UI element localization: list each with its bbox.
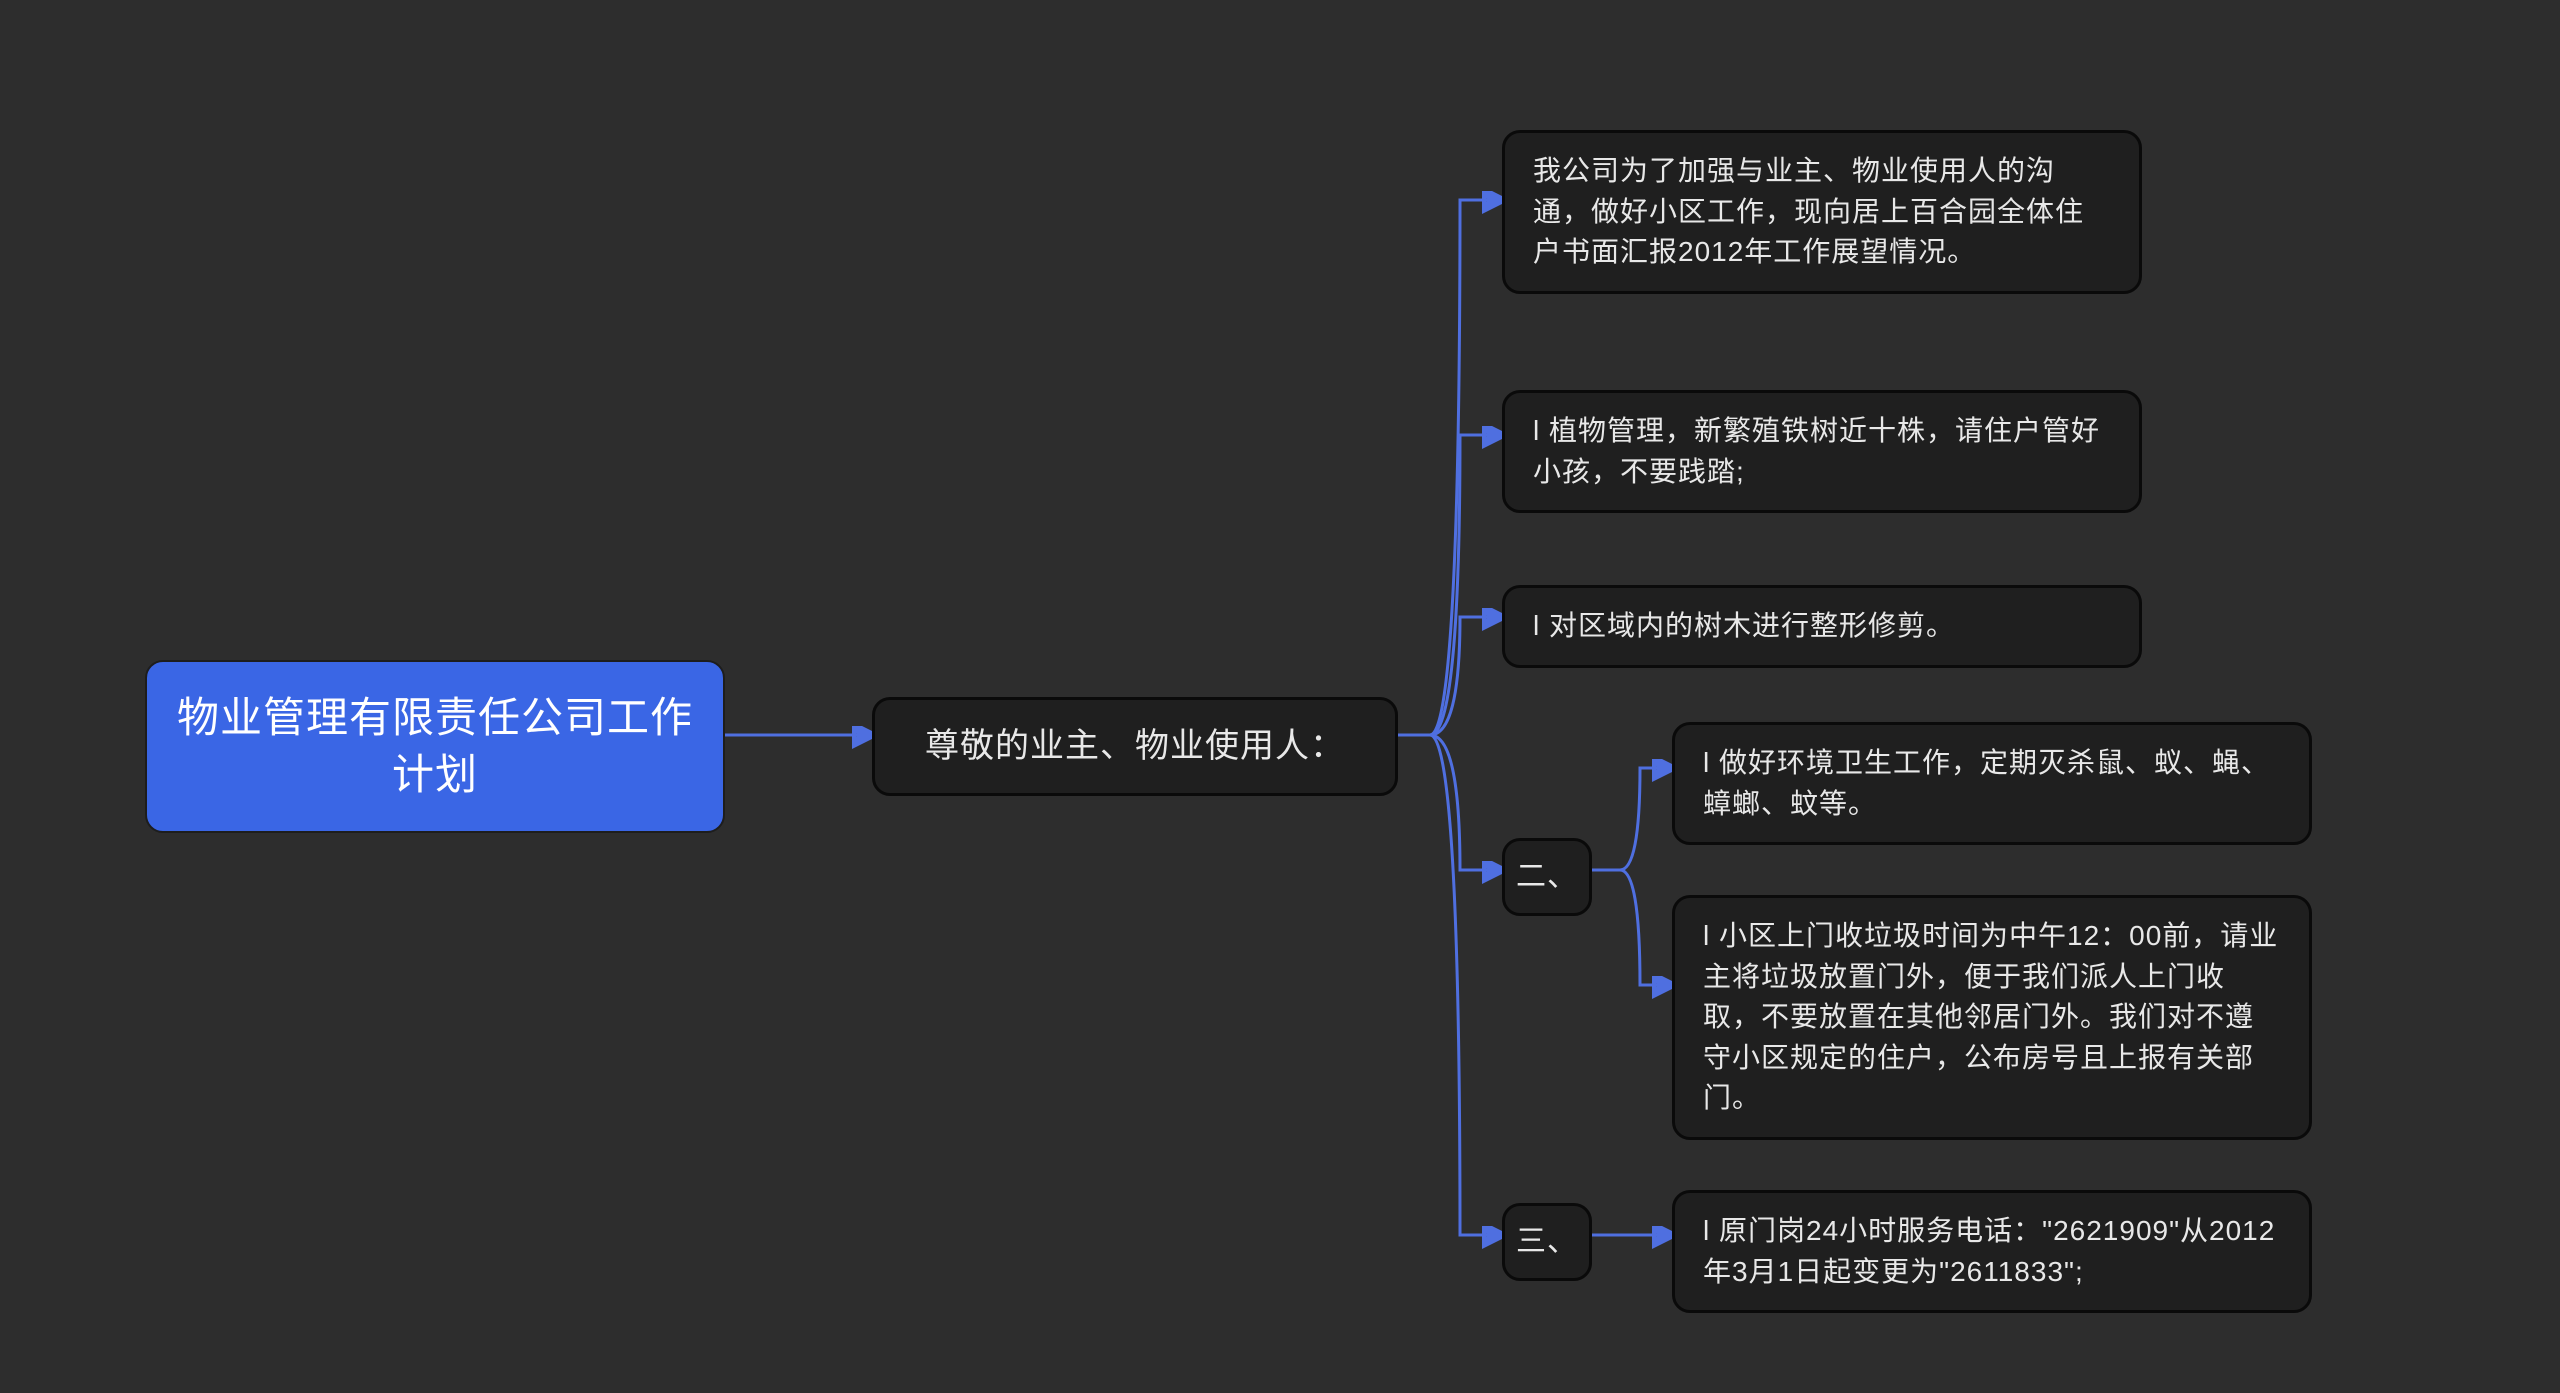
group2-child-0[interactable]: l 做好环境卫生工作，定期灭杀鼠、蚁、蝇、蟑螂、蚊等。 [1672, 722, 2312, 845]
group3-child-0[interactable]: l 原门岗24小时服务电话："2621909"从2012年3月1日起变更为"26… [1672, 1190, 2312, 1313]
leaf-intro[interactable]: 我公司为了加强与业主、物业使用人的沟通，做好小区工作，现向居上百合园全体住户书面… [1502, 130, 2142, 294]
group2-child-1[interactable]: l 小区上门收垃圾时间为中午12：00前，请业主将垃圾放置门外，便于我们派人上门… [1672, 895, 2312, 1140]
leaf-plant[interactable]: l 植物管理，新繁殖铁树近十株，请住户管好小孩，不要践踏; [1502, 390, 2142, 513]
root-node[interactable]: 物业管理有限责任公司工作计划 [145, 660, 725, 833]
group2-node[interactable]: 二、 [1502, 838, 1592, 916]
mindmap-canvas: 物业管理有限责任公司工作计划 尊敬的业主、物业使用人： 我公司为了加强与业主、物… [0, 0, 2560, 1393]
group3-node[interactable]: 三、 [1502, 1203, 1592, 1281]
leaf-tree[interactable]: l 对区域内的树木进行整形修剪。 [1502, 585, 2142, 668]
level1-node[interactable]: 尊敬的业主、物业使用人： [872, 697, 1398, 796]
